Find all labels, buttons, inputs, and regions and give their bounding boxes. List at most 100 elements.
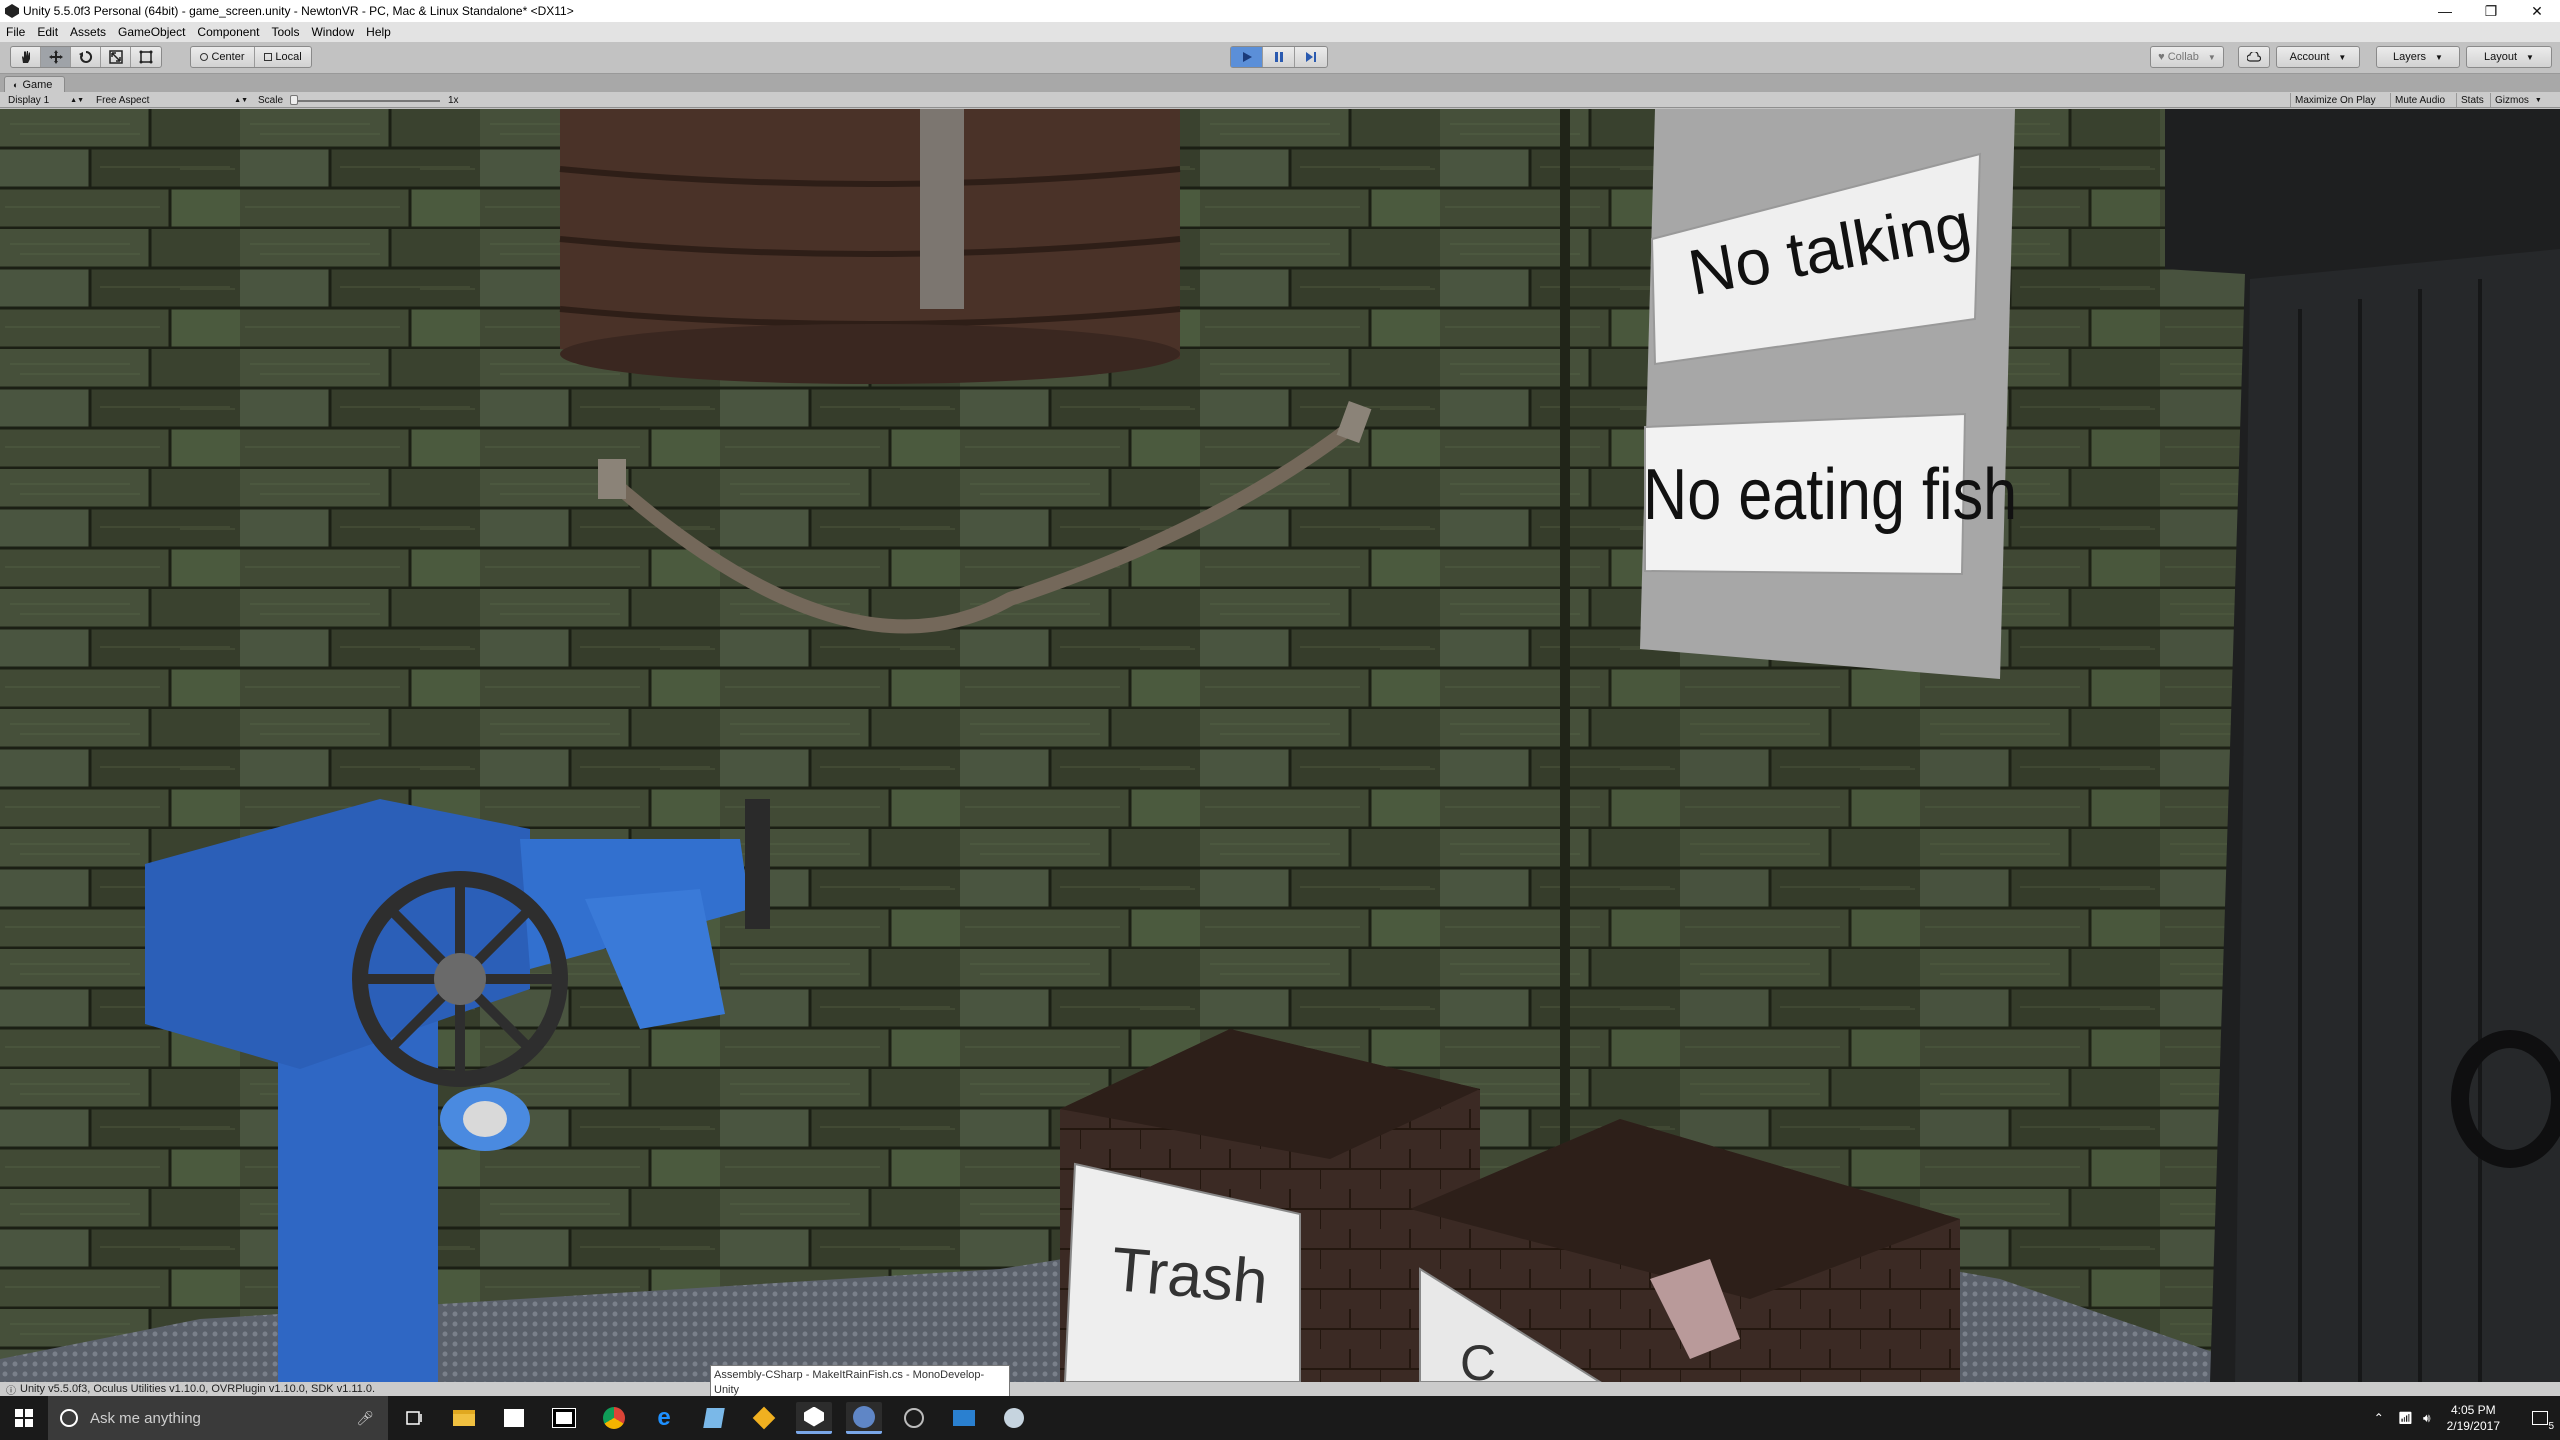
menu-help[interactable]: Help: [360, 25, 397, 39]
action-center-button[interactable]: 5: [2520, 1396, 2560, 1440]
account-button[interactable]: Account ▼: [2277, 47, 2359, 67]
menu-component[interactable]: Component: [191, 25, 265, 39]
dropdown-arrow-icon: ▲▼: [234, 96, 248, 104]
game-tab-bar: ◐ Game: [0, 74, 2560, 92]
play-icon: [1242, 52, 1252, 62]
notes-icon: [703, 1408, 725, 1428]
task-view-button[interactable]: [396, 1402, 432, 1434]
restore-button[interactable]: ❐: [2468, 0, 2514, 22]
mute-audio-toggle[interactable]: Mute Audio: [2390, 93, 2449, 107]
local-space-icon: [264, 53, 273, 61]
edge-icon: e: [657, 1404, 671, 1431]
start-button[interactable]: [0, 1396, 48, 1440]
scale-tool-button[interactable]: [101, 47, 131, 67]
pause-button[interactable]: [1263, 47, 1295, 67]
taskbar-git[interactable]: [746, 1402, 782, 1434]
move-icon: [48, 50, 63, 64]
cloud-button[interactable]: [2239, 47, 2269, 67]
tab-game[interactable]: ◐ Game: [4, 76, 66, 92]
collab-dropdown[interactable]: ♥ Collab ▼: [2150, 46, 2224, 68]
game-viewport[interactable]: No talking No eating fish Trash C: [0, 109, 2560, 1382]
step-icon: [1306, 52, 1316, 62]
pivot-center-button[interactable]: Center: [191, 47, 255, 67]
hand-tool-button[interactable]: [11, 47, 41, 67]
minimize-button[interactable]: —: [2422, 0, 2468, 22]
scale-slider-track[interactable]: [290, 100, 440, 102]
transform-tools: [10, 46, 162, 68]
windows-logo-icon: [15, 1409, 33, 1427]
system-tray: ⌃ 📶︎ 🔊︎ 4:05 PM 2/19/2017 5: [2374, 1396, 2560, 1440]
taskbar-chrome[interactable]: [596, 1402, 632, 1434]
pivot-icon: [200, 53, 209, 61]
folder-icon: [453, 1410, 475, 1426]
volume-icon[interactable]: 🔊︎: [2423, 1411, 2431, 1426]
windows-taskbar: Ask me anything 🎤︎ e ⌃ 📶︎ 🔊︎ 4:05 PM 2/1…: [0, 1396, 2560, 1440]
collab-icon: ♥: [2158, 51, 2165, 63]
taskbar-steam[interactable]: [996, 1402, 1032, 1434]
collab-button[interactable]: ♥ Collab ▼: [2151, 47, 2223, 67]
scale-label: Scale: [258, 94, 284, 106]
account-dropdown[interactable]: Account ▼: [2276, 46, 2360, 68]
unity-icon: [804, 1406, 824, 1427]
main-toolbar: Center Local ♥ Collab ▼ Account ▼ Layers…: [0, 42, 2560, 74]
taskbar-file-explorer[interactable]: [446, 1402, 482, 1434]
store-icon: [504, 1409, 524, 1427]
step-button[interactable]: [1295, 47, 1327, 67]
clock[interactable]: 4:05 PM 2/19/2017: [2447, 1402, 2500, 1434]
cortana-search-box[interactable]: Ask me anything 🎤︎: [48, 1396, 388, 1440]
network-icon[interactable]: 📶︎: [2398, 1411, 2413, 1425]
terminal-icon: [552, 1408, 576, 1428]
menu-assets[interactable]: Assets: [64, 25, 112, 39]
move-tool-button[interactable]: [41, 47, 71, 67]
rotate-tool-button[interactable]: [71, 47, 101, 67]
chrome-icon: [603, 1407, 625, 1429]
display-dropdown[interactable]: Display 1 ▲▼: [8, 93, 84, 107]
chevron-down-icon: ▼: [2338, 52, 2347, 62]
unity-logo-icon: [5, 4, 19, 18]
scale-value: 1x: [448, 94, 459, 106]
taskbar-edge[interactable]: e: [646, 1402, 682, 1434]
second-crate-label: C: [1460, 1335, 1497, 1382]
menu-window[interactable]: Window: [305, 25, 360, 39]
chevron-down-icon: ▼: [2534, 96, 2542, 104]
title-bar: Unity 5.5.0f3 Personal (64bit) - game_sc…: [0, 0, 2560, 22]
game-scene: [0, 109, 2560, 1382]
steam-icon: [1004, 1408, 1024, 1428]
menu-edit[interactable]: Edit: [31, 25, 64, 39]
maximize-on-play-toggle[interactable]: Maximize On Play: [2290, 93, 2380, 107]
taskbar-mail[interactable]: [946, 1402, 982, 1434]
cloud-services-button[interactable]: [2238, 46, 2270, 68]
game-icon: ◐: [13, 79, 19, 90]
show-hidden-icons-button[interactable]: ⌃: [2374, 1411, 2384, 1425]
aspect-dropdown[interactable]: Free Aspect ▲▼: [96, 93, 248, 107]
status-bar: ⓘ Unity v5.5.0f3, Oculus Utilities v1.10…: [0, 1382, 2560, 1397]
menu-gameobject[interactable]: GameObject: [112, 25, 191, 39]
taskbar-unity[interactable]: [796, 1402, 832, 1434]
sign-no-eating-fish-text: No eating fish: [1643, 455, 2018, 535]
obs-icon: [904, 1408, 924, 1428]
menu-tools[interactable]: Tools: [265, 25, 305, 39]
gizmos-dropdown[interactable]: Gizmos ▼: [2490, 93, 2556, 107]
taskbar-monodevelop[interactable]: [846, 1402, 882, 1434]
pivot-local-button[interactable]: Local: [255, 47, 311, 67]
layers-dropdown[interactable]: Layers ▼: [2376, 46, 2460, 68]
git-icon: [752, 1406, 776, 1430]
chevron-down-icon: ▼: [2207, 52, 2216, 62]
layout-button[interactable]: Layout ▼: [2467, 47, 2551, 67]
scale-slider-handle[interactable]: [290, 95, 298, 105]
pivot-toggles: Center Local: [190, 46, 312, 68]
menu-file[interactable]: File: [0, 25, 31, 39]
close-button[interactable]: ✕: [2514, 0, 2560, 22]
taskbar-obs[interactable]: [896, 1402, 932, 1434]
layout-dropdown[interactable]: Layout ▼: [2466, 46, 2552, 68]
cortana-icon: [60, 1409, 78, 1427]
cloud-icon: [2247, 52, 2261, 62]
layers-button[interactable]: Layers ▼: [2377, 47, 2459, 67]
taskbar-app-blue[interactable]: [696, 1402, 732, 1434]
taskbar-store[interactable]: [496, 1402, 532, 1434]
taskbar-terminal[interactable]: [546, 1402, 582, 1434]
stats-toggle[interactable]: Stats: [2456, 93, 2488, 107]
play-button[interactable]: [1231, 47, 1263, 67]
rect-tool-button[interactable]: [131, 47, 161, 67]
status-text: Unity v5.5.0f3, Oculus Utilities v1.10.0…: [20, 1383, 376, 1395]
